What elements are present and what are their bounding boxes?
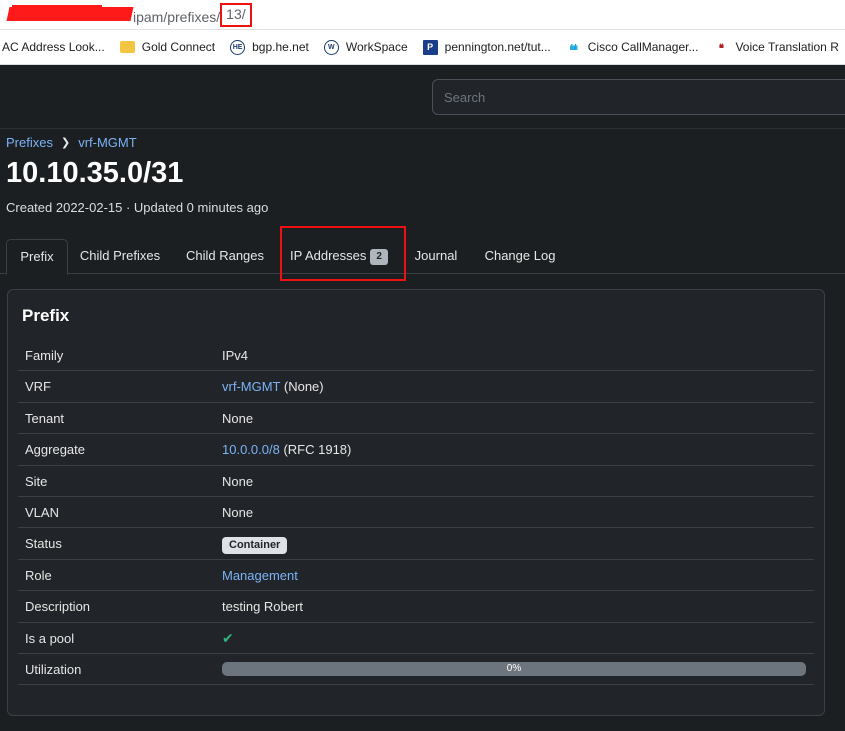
- aggregate-value: 10.0.0.0/8 (RFC 1918): [222, 434, 814, 465]
- table-row: Role Management: [18, 560, 814, 592]
- chevron-right-icon: ❯: [60, 137, 71, 149]
- tab-label: Journal: [414, 248, 458, 263]
- prefix-card: Prefix Family IPv4 VRF vrf-MGMT (None) T…: [7, 289, 825, 716]
- tab-journal[interactable]: Journal: [408, 239, 464, 274]
- bookmark-label: bgp.he.net: [252, 40, 309, 54]
- annotation-highlight-box: [280, 226, 406, 281]
- role-value: Management: [222, 560, 814, 591]
- tab-label: Child Ranges: [185, 248, 265, 263]
- workspace-logo-icon: W: [323, 39, 339, 55]
- row-label: Family: [25, 348, 64, 363]
- row-label: Is a pool: [25, 630, 75, 646]
- bookmark-address-lookup[interactable]: AC Address Look...: [2, 40, 105, 54]
- description-value: testing Robert: [222, 599, 303, 615]
- table-row: VLAN None: [18, 497, 814, 529]
- breadcrumb-vrf-link[interactable]: vrf-MGMT: [78, 135, 136, 150]
- site-value: None: [222, 473, 254, 489]
- table-row: Tenant None: [18, 403, 814, 435]
- bookmark-label: WorkSpace: [345, 40, 408, 54]
- header-divider: [0, 128, 845, 129]
- aggregate-suffix: (RFC 1918): [283, 442, 352, 458]
- bookmark-gold-connect[interactable]: Gold Connect: [119, 40, 216, 54]
- p-logo-icon: P: [422, 39, 438, 55]
- breadcrumb-prefixes-link[interactable]: Prefixes: [6, 135, 53, 150]
- tenant-value: None: [222, 410, 254, 426]
- tab-child-prefixes[interactable]: Child Prefixes: [75, 239, 165, 274]
- table-row: Is a pool ✔: [18, 623, 814, 654]
- utilization-progress-bar: 0%: [222, 661, 806, 676]
- row-label: Tenant: [25, 410, 65, 426]
- row-label: Utilization: [25, 661, 82, 677]
- url-path: ipam/prefixes/: [133, 9, 221, 25]
- vrf-suffix: (None): [283, 379, 324, 395]
- bookmark-voice-translation[interactable]: ılıılı Voice Translation R: [713, 40, 839, 55]
- bookmark-pennington[interactable]: P pennington.net/tut...: [422, 39, 551, 55]
- vrf-link[interactable]: vrf-MGMT: [222, 379, 280, 394]
- row-label: VRF: [25, 379, 51, 395]
- tab-child-ranges[interactable]: Child Ranges: [180, 239, 270, 274]
- page-meta: Created 2022-02-15 · Updated 0 minutes a…: [6, 200, 269, 215]
- table-row: Site None: [18, 466, 814, 497]
- browser-url-bar[interactable]: ipam/prefixes/13/: [0, 0, 845, 30]
- pool-value: ✔: [222, 623, 814, 654]
- search-input[interactable]: Search: [432, 79, 845, 115]
- bookmark-workspace[interactable]: W WorkSpace: [323, 39, 408, 55]
- tab-change-log[interactable]: Change Log: [480, 239, 560, 274]
- vlan-value: None: [222, 504, 254, 520]
- url-text[interactable]: ipam/prefixes/13/: [133, 3, 252, 30]
- status-value: Container: [222, 528, 814, 559]
- row-label: Status: [25, 536, 62, 552]
- attributes-table: Family IPv4 VRF vrf-MGMT (None) Tenant N…: [18, 340, 814, 686]
- cisco-icon: ılıılı: [569, 42, 578, 52]
- he-logo-icon: HE: [230, 39, 246, 55]
- bookmark-label: AC Address Look...: [2, 40, 105, 54]
- progress-label: 0%: [506, 662, 522, 674]
- app-content: Search Prefixes ❯ vrf-MGMT 10.10.35.0/31…: [0, 65, 845, 731]
- aggregate-link[interactable]: 10.0.0.0/8: [222, 442, 280, 457]
- bookmark-label: Cisco CallManager...: [587, 40, 699, 54]
- row-label: Site: [25, 473, 48, 489]
- table-row: VRF vrf-MGMT (None): [18, 371, 814, 403]
- bookmark-label: Voice Translation R: [735, 40, 839, 54]
- family-value: IPv4: [222, 348, 249, 363]
- folder-icon: [119, 41, 135, 53]
- table-row: Aggregate 10.0.0.0/8 (RFC 1918): [18, 434, 814, 466]
- tab-label: Prefix: [20, 249, 54, 264]
- cisco-red-icon: ılıılı: [718, 44, 724, 50]
- bookmark-label: pennington.net/tut...: [444, 40, 551, 54]
- bookmarks-bar: AC Address Look... Gold Connect HE bgp.h…: [0, 30, 845, 65]
- status-badge: Container: [222, 537, 288, 555]
- tab-label: Child Prefixes: [79, 248, 161, 263]
- check-icon: ✔: [222, 629, 234, 646]
- bookmark-label: Gold Connect: [141, 40, 216, 54]
- card-title: Prefix: [22, 306, 70, 325]
- tab-prefix[interactable]: Prefix: [6, 239, 68, 275]
- row-label: Role: [25, 567, 52, 583]
- tab-bar: Prefix Child Prefixes Child Ranges IP Ad…: [0, 239, 845, 275]
- redaction-mark: [12, 5, 102, 12]
- role-link[interactable]: Management: [222, 568, 298, 583]
- row-label: VLAN: [25, 504, 59, 520]
- table-row: Utilization 0%: [18, 654, 814, 686]
- tab-label: Change Log: [484, 248, 556, 263]
- url-highlight: 13/: [220, 3, 252, 27]
- bookmark-cisco-callmanager[interactable]: ılıılı Cisco CallManager...: [566, 40, 699, 55]
- vrf-value: vrf-MGMT (None): [222, 371, 814, 402]
- table-row: Family IPv4: [18, 340, 814, 372]
- breadcrumb: Prefixes ❯ vrf-MGMT: [6, 135, 137, 150]
- table-row: Description testing Robert: [18, 591, 814, 623]
- bookmark-bgp-he[interactable]: HE bgp.he.net: [230, 39, 309, 55]
- row-label: Aggregate: [25, 442, 85, 458]
- table-row: Status Container: [18, 528, 814, 560]
- page-title: 10.10.35.0/31: [6, 157, 184, 189]
- row-label: Description: [25, 599, 91, 615]
